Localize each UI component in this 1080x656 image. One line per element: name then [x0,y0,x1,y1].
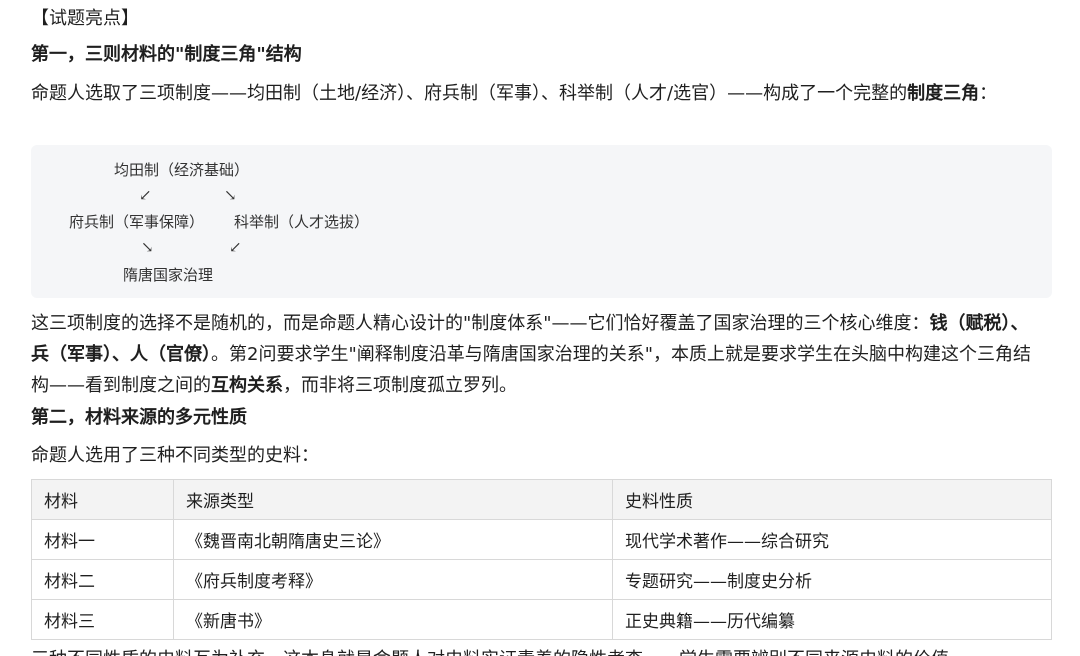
section-label: 【试题亮点】 [31,8,139,29]
source-table: 材料 来源类型 史料性质 材料一 《魏晋南北朝隋唐史三论》 现代学术著作——综合… [31,479,1052,640]
triangle-diagram-block: 均田制（经济基础） ↙ ↘ 府兵制（军事保障） 科举制（人才选拔） ↘ ↙ 隋唐… [31,145,1052,298]
diagram-left-node: 府兵制（军事保障） [69,213,205,231]
table-cell: 《府兵制度考释》 [173,559,613,600]
diagram-arrow-top-right: ↘ [224,186,237,204]
diagram-arrow-bottom-right: ↙ [229,238,242,256]
paragraph-intro-bold: 制度三角 [907,83,980,104]
table-header-row: 材料 来源类型 史料性质 [31,479,1052,520]
paragraph-system-text-3: ，而非将三项制度孤立罗列。 [283,375,517,396]
paragraph-source-intro: 命题人选用了三种不同类型的史料： [31,445,319,466]
table-cell: 专题研究——制度史分析 [612,559,1052,600]
table-cell: 《魏晋南北朝隋唐史三论》 [173,519,613,560]
paragraph-intro: 命题人选取了三项制度——均田制（土地/经济）、府兵制（军事）、科举制（人才/选官… [31,78,1041,109]
paragraph-system-bold-2: 互构关系 [211,375,283,396]
table-header-source-type: 来源类型 [173,479,613,520]
cut-off-line-text: 三种不同性质的史料互为补充，这本身就是命题人对史料实证素养的隐性考查——学生需要… [31,644,1052,656]
table-cell: 现代学术著作——综合研究 [612,519,1052,560]
diagram-bottom-node: 隋唐国家治理 [123,266,214,284]
table-cell: 正史典籍——历代编纂 [612,599,1052,640]
paragraph-intro-colon: ： [979,83,998,104]
diagram-right-node: 科举制（人才选拔） [234,213,370,231]
table-header-material: 材料 [31,479,174,520]
paragraph-system-text-1: 这三项制度的选择不是随机的，而是命题人精心设计的"制度体系"——它们恰好覆盖了国… [31,313,930,334]
diagram-arrow-bottom-left: ↘ [141,238,154,256]
diagram-top-node: 均田制（经济基础） [114,161,250,179]
table-row: 材料三 《新唐书》 正史典籍——历代编纂 [31,599,1052,640]
table-cell: 材料三 [31,599,174,640]
paragraph-intro-text: 命题人选取了三项制度——均田制（土地/经济）、府兵制（军事）、科举制（人才/选官… [31,83,908,104]
table-cell: 《新唐书》 [173,599,613,640]
diagram-arrow-top-left: ↙ [139,186,152,204]
table-row: 材料二 《府兵制度考释》 专题研究——制度史分析 [31,559,1052,600]
heading-triangle-structure: 第一，三则材料的"制度三角"结构 [31,44,302,65]
table-header-nature: 史料性质 [612,479,1052,520]
table-cell: 材料二 [31,559,174,600]
table-row: 材料一 《魏晋南北朝隋唐史三论》 现代学术著作——综合研究 [31,519,1052,560]
cut-off-paragraph: 三种不同性质的史料互为补充，这本身就是命题人对史料实证素养的隐性考查——学生需要… [31,642,1052,656]
heading-source-diversity: 第二，材料来源的多元性质 [31,407,247,428]
table-cell: 材料一 [31,519,174,560]
paragraph-system-analysis: 这三项制度的选择不是随机的，而是命题人精心设计的"制度体系"——它们恰好覆盖了国… [31,308,1041,401]
